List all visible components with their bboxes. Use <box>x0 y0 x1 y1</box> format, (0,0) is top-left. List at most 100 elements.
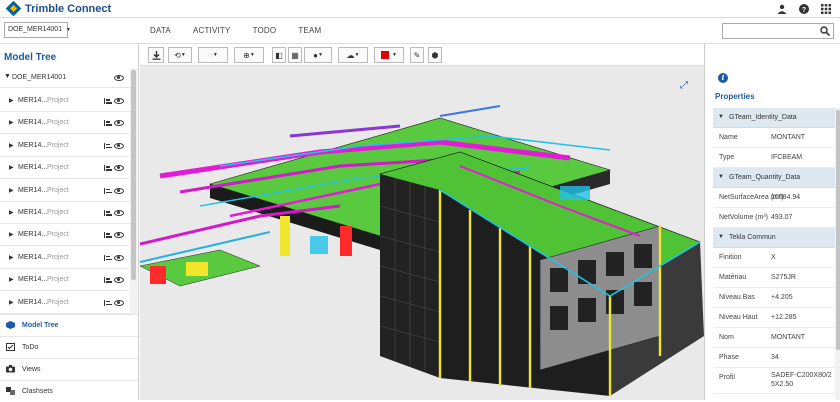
properties-scrollbar[interactable] <box>835 108 840 400</box>
property-section-header[interactable]: ▼ GTeam_Quantity_Data <box>713 168 835 188</box>
caret-right-icon[interactable]: ▶ <box>9 254 14 261</box>
search-icon[interactable] <box>820 26 831 38</box>
caret-right-icon[interactable]: ▶ <box>9 299 14 306</box>
apps-grid-icon[interactable] <box>820 3 832 15</box>
eye-icon[interactable] <box>114 210 124 216</box>
reset-view-button[interactable]: ⬢ <box>428 47 442 63</box>
property-key: Niveau Bas <box>719 294 755 301</box>
orbit-tool-button[interactable]: ⟲ ▼ <box>168 47 192 63</box>
properties-bars-icon[interactable] <box>104 299 112 306</box>
caret-down-icon[interactable]: ▼ <box>718 114 724 120</box>
bottom-nav-clashsets[interactable]: Clashsets <box>0 380 138 402</box>
caret-right-icon[interactable]: ▶ <box>9 276 14 283</box>
bottom-nav-views[interactable]: Views <box>0 358 138 380</box>
caret-down-icon[interactable]: ▼ <box>718 234 724 240</box>
tree-root[interactable]: ▼ DOE_MER14001 <box>0 68 130 88</box>
search-input[interactable] <box>722 23 834 39</box>
ghost-tool-button[interactable]: ● ▼ <box>304 47 332 63</box>
tree-item[interactable]: ▶ MER14... Project <box>0 90 130 112</box>
bottom-nav-model-tree[interactable]: Model Tree <box>0 314 138 336</box>
tree-item[interactable]: ▶ MER14... Project <box>0 269 130 292</box>
tree-item[interactable]: ▶ MER14... Project <box>0 135 130 157</box>
caret-right-icon[interactable]: ▶ <box>9 187 14 194</box>
eye-icon[interactable] <box>114 277 124 284</box>
eye-icon[interactable] <box>114 142 124 149</box>
property-section-title: GTeam_Quantity_Data <box>729 174 801 181</box>
render-mode-button[interactable]: ☁ ▼ <box>338 47 368 63</box>
properties-bars-icon[interactable] <box>104 142 112 149</box>
caret-right-icon[interactable]: ▶ <box>9 97 14 104</box>
tab-activity[interactable]: ACTIVITY <box>193 26 231 35</box>
markup-button[interactable]: ✎ <box>410 47 424 63</box>
section-plane-button[interactable]: ◧ <box>272 47 286 63</box>
tree-item[interactable]: ▶ MER14... Project <box>0 292 130 314</box>
info-tab[interactable]: i <box>705 68 835 88</box>
property-value: MONTANT <box>771 134 806 141</box>
fullscreen-icon[interactable]: ⤢ <box>680 80 688 91</box>
section-box-button[interactable]: ▦ <box>288 47 302 63</box>
tree-scrollbar-thumb[interactable] <box>131 70 136 280</box>
tree-item[interactable]: ▶ MER14... Project <box>0 224 130 247</box>
eye-icon[interactable] <box>114 187 124 194</box>
download-icon <box>152 50 160 60</box>
eye-icon[interactable] <box>114 232 124 239</box>
orbit-icon: ⟲ <box>174 50 181 60</box>
measure-tool-button[interactable]: ◌ ▼ <box>198 47 228 63</box>
app-logo[interactable]: Trimble Connect <box>5 0 111 17</box>
info-icon[interactable]: i <box>718 73 728 83</box>
camera-icon <box>6 365 15 373</box>
property-section-header[interactable]: ▼ GTeam_Identity_Data <box>713 108 835 128</box>
properties-bars-icon[interactable] <box>104 165 112 172</box>
property-value: IFCBEAM <box>771 154 803 161</box>
properties-bars-icon[interactable] <box>104 187 112 194</box>
bottom-nav-todo[interactable]: ToDo <box>0 336 138 358</box>
tree-item-kind: Project <box>47 253 69 261</box>
caret-down-icon[interactable]: ▼ <box>4 73 11 80</box>
download-button[interactable] <box>148 47 164 63</box>
properties-bars-icon[interactable] <box>104 254 112 261</box>
user-icon[interactable] <box>776 3 788 15</box>
caret-right-icon[interactable]: ▶ <box>9 142 14 149</box>
caret-right-icon[interactable]: ▶ <box>9 231 14 238</box>
caret-right-icon[interactable]: ▶ <box>9 119 14 126</box>
tree-item[interactable]: ▶ MER14... Project <box>0 180 130 202</box>
caret-right-icon[interactable]: ▶ <box>9 209 14 216</box>
tree-item-name: MER14... <box>18 276 48 284</box>
tree-item[interactable]: ▶ MER14... Project <box>0 247 130 269</box>
properties-bars-icon[interactable] <box>104 120 112 127</box>
tree-item[interactable]: ▶ MER14... Project <box>0 112 130 135</box>
eye-icon[interactable] <box>114 299 124 306</box>
tree-item[interactable]: ▶ MER14... Project <box>0 202 130 224</box>
tab-team[interactable]: TEAM <box>298 26 321 35</box>
eye-icon[interactable] <box>114 165 124 172</box>
properties-bars-icon[interactable] <box>104 98 112 104</box>
svg-text:?: ? <box>802 7 806 14</box>
tree-item[interactable]: ▶ MER14... Project <box>0 157 130 180</box>
eye-icon[interactable] <box>114 75 124 81</box>
eye-icon[interactable] <box>114 120 124 127</box>
property-row: Profil SADEF-C200X80/25X2.50 <box>713 368 835 394</box>
color-tool-button[interactable]: ▼ <box>374 47 404 63</box>
property-key: Niveau Haut <box>719 314 758 321</box>
3d-viewport[interactable]: ⤢ <box>140 66 704 400</box>
property-section-header[interactable]: ▼ Tekla Commun <box>713 228 835 248</box>
eye-icon[interactable] <box>114 254 124 261</box>
caret-down-icon[interactable]: ▼ <box>718 174 724 180</box>
project-select[interactable]: DOE_MER14001 ▼ <box>4 22 71 38</box>
tab-data[interactable]: DATA <box>150 26 171 35</box>
properties-bars-icon[interactable] <box>104 277 112 284</box>
properties-bars-icon[interactable] <box>104 210 112 216</box>
tree-item-name: MER14... <box>18 119 48 127</box>
eye-icon[interactable] <box>114 98 124 104</box>
cube-icon <box>6 321 15 329</box>
select-tool-button[interactable]: ⊕ ▼ <box>234 47 264 63</box>
tree-scrollbar[interactable] <box>130 68 137 314</box>
properties-scrollbar-thumb[interactable] <box>836 110 840 350</box>
help-icon[interactable]: ? <box>798 3 810 15</box>
cube-reset-icon: ⬢ <box>431 50 439 60</box>
tab-todo[interactable]: TODO <box>253 26 277 35</box>
caret-right-icon[interactable]: ▶ <box>9 164 14 171</box>
properties-bars-icon[interactable] <box>104 232 112 239</box>
todo-icon <box>6 343 15 351</box>
building-model[interactable] <box>140 66 704 400</box>
